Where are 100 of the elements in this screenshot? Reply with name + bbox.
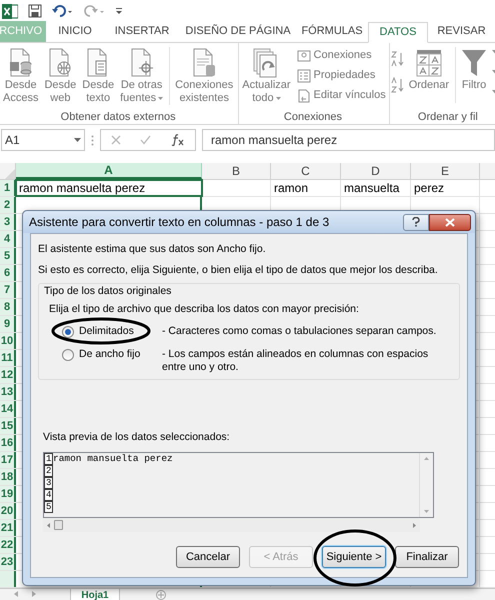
row-header[interactable]: 14	[0, 401, 16, 417]
dialog-button[interactable]: Cancelar	[176, 546, 240, 568]
screen-icon	[296, 48, 311, 62]
dialog-button[interactable]: Finalizar	[395, 546, 459, 568]
existing-connections-icon	[191, 48, 218, 78]
ribbon-tab[interactable]: DISEÑO DE PÁGINA	[180, 21, 296, 42]
column-header[interactable]: B	[202, 163, 271, 179]
ribbon-tab[interactable]: FÓRMULAS	[296, 21, 368, 42]
sheet-cell: ramon mansuelta perez	[16, 180, 202, 196]
list-icon	[296, 68, 311, 82]
customize-caret-icon[interactable]	[116, 7, 122, 15]
line-number: 3	[44, 477, 53, 489]
check-icon[interactable]	[140, 135, 152, 145]
scroll-right-icon[interactable]	[32, 591, 36, 597]
scroll-down-icon[interactable]	[424, 510, 429, 513]
column-header[interactable]: E	[411, 163, 480, 179]
radio-option[interactable]: De ancho fijo	[62, 348, 140, 362]
instruction-text: Si esto es correcto, elija Siguiente, o bien elija el tipo de datos que mejor los describa.	[38, 263, 439, 277]
undo-icon[interactable]	[52, 5, 74, 17]
cancel-icon[interactable]	[110, 135, 121, 145]
row-header[interactable]: 13	[0, 384, 16, 400]
row-header[interactable]: 7	[0, 282, 16, 298]
row-header[interactable]: 22	[0, 537, 16, 553]
row-header[interactable]: 21	[0, 520, 16, 536]
redo-icon[interactable]	[84, 5, 106, 17]
scroll-left-icon[interactable]	[14, 591, 18, 597]
ribbon-button[interactable]: Propiedades	[296, 67, 386, 84]
row-header[interactable]: 16	[0, 435, 16, 451]
horizontal-scrollbar[interactable]	[43, 518, 420, 532]
row-header[interactable]: 18	[0, 469, 16, 485]
instruction-text: El asistente estima que sus datos son Ancho fijo.	[38, 242, 267, 256]
scroll-up-icon[interactable]	[424, 457, 429, 460]
column-header[interactable]: A	[16, 163, 202, 179]
row-header[interactable]: 3	[0, 214, 16, 230]
radio-button[interactable]	[62, 349, 74, 361]
row-header[interactable]: 11	[0, 350, 16, 366]
ribbon-tab[interactable]: DATOS	[368, 22, 428, 43]
row-header[interactable]: 9	[0, 316, 16, 332]
ribbon-group-label: Conexiones	[282, 110, 344, 123]
ribbon-button[interactable]: Desde web	[42, 47, 78, 105]
ribbon-group-label: Obtener datos externos	[60, 110, 177, 123]
ribbon-button[interactable]: Desde Access	[1, 47, 40, 105]
sheet-cell: perez	[411, 180, 480, 196]
line-number: 4	[44, 489, 53, 501]
row-header[interactable]: 8	[0, 299, 16, 315]
ribbon-tab[interactable]: REVISAR	[428, 21, 495, 42]
line-number: 1	[44, 453, 53, 465]
add-sheet-icon[interactable]	[156, 590, 166, 600]
ribbon-group-label: Ordenar y fil	[416, 110, 479, 123]
excel-logo-icon[interactable]	[2, 4, 18, 18]
row-header[interactable]	[0, 571, 16, 587]
sort-ascending-icon[interactable]	[390, 51, 405, 67]
scroll-thumb[interactable]	[54, 520, 63, 530]
scroll-right-icon[interactable]	[413, 522, 416, 528]
column-header[interactable]: C	[271, 163, 341, 179]
line-number: 5	[44, 501, 53, 513]
row-header[interactable]: 5	[0, 248, 16, 264]
radio-button[interactable]	[62, 326, 74, 338]
ribbon-button[interactable]: Filtro	[459, 47, 490, 92]
ribbon-button[interactable]: Editar vínculos	[296, 87, 386, 104]
row-header[interactable]: 6	[0, 265, 16, 281]
row-header[interactable]: 4	[0, 231, 16, 247]
option-description: - Caracteres como comas o tabulaciones separan campos.	[162, 325, 438, 338]
sheet-tab[interactable]: Hoja1	[70, 589, 120, 600]
ribbon-button[interactable]: Actualizar todo	[240, 47, 293, 105]
option-description: - Los campos están alineados en columnas con espacios entre uno y otro.	[162, 348, 430, 374]
access-document-icon	[8, 48, 34, 78]
dialog-button[interactable]: Siguiente >	[322, 546, 386, 568]
formula-field[interactable]: ramon mansuelta perez	[202, 129, 495, 151]
column-header[interactable]: D	[341, 163, 411, 179]
row-header[interactable]: 15	[0, 418, 16, 434]
ribbon-button[interactable]: Desde texto	[80, 47, 116, 105]
dialog-title: Asistente para convertir texto en columnas - paso 1 de 3	[29, 214, 330, 231]
row-header[interactable]: 19	[0, 486, 16, 502]
row-header[interactable]: 20	[0, 503, 16, 519]
preview-label: Vista previa de los datos seleccionados:	[43, 430, 231, 444]
ribbon-button[interactable]: Conexiones	[296, 47, 386, 64]
ribbon-tab[interactable]: INICIO	[46, 21, 104, 42]
row-header[interactable]: 2	[0, 197, 16, 213]
ribbon-button[interactable]: Conexiones existentes	[173, 47, 236, 105]
close-icon	[445, 218, 455, 226]
help-button[interactable]	[403, 214, 429, 230]
function-icon[interactable]	[171, 134, 186, 146]
sort-descending-icon[interactable]	[390, 77, 405, 93]
row-header[interactable]: 17	[0, 452, 16, 468]
scroll-left-icon[interactable]	[47, 522, 50, 528]
row-header[interactable]: 23	[0, 554, 16, 570]
ribbon-tab[interactable]: INSERTAR	[104, 21, 180, 42]
web-document-icon	[47, 48, 74, 78]
row-header[interactable]: 10	[0, 333, 16, 349]
line-number: 2	[44, 465, 53, 477]
name-box[interactable]: A1	[1, 129, 85, 151]
row-header[interactable]: 12	[0, 367, 16, 383]
ribbon-button[interactable]: Ordenar	[406, 47, 452, 92]
close-button[interactable]	[429, 214, 471, 230]
row-header[interactable]: 1	[0, 180, 16, 196]
ribbon-button[interactable]: De otras fuentes	[118, 47, 166, 105]
instruction-text: Elija el tipo de archivo que describa los datos con mayor precisión:	[49, 302, 359, 316]
crosshair-document-icon	[128, 48, 155, 78]
save-icon[interactable]	[28, 4, 42, 18]
